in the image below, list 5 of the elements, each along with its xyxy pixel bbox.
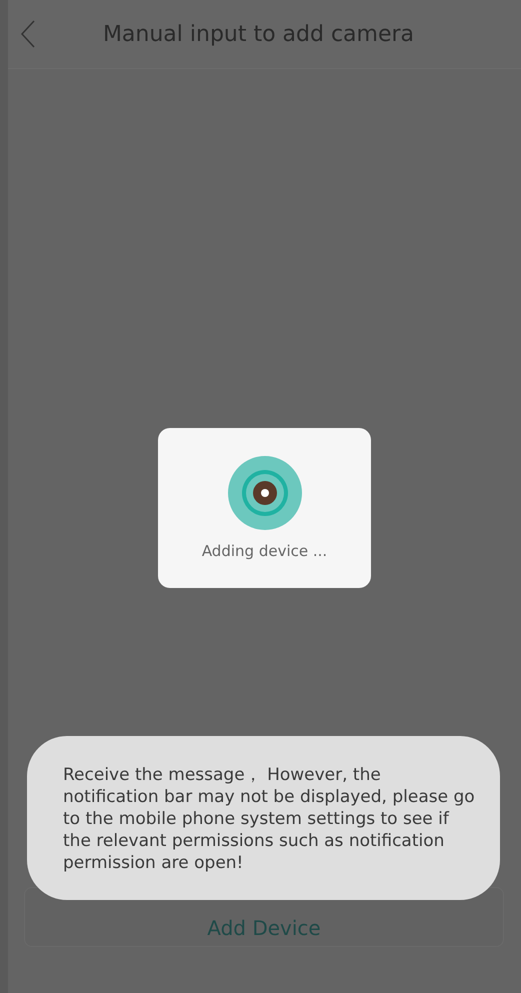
- adding-device-text: Adding device ...: [202, 542, 328, 560]
- permission-toast: Receive the message， However, the notification bar may not be displayed, please go to the mobile phone system settings to see if the relevant permissions such as notification permission are open!: [27, 736, 500, 900]
- back-chevron-icon[interactable]: [20, 19, 36, 49]
- page-title: Manual input to add camera: [102, 22, 416, 46]
- camera-lens-icon: [228, 456, 302, 530]
